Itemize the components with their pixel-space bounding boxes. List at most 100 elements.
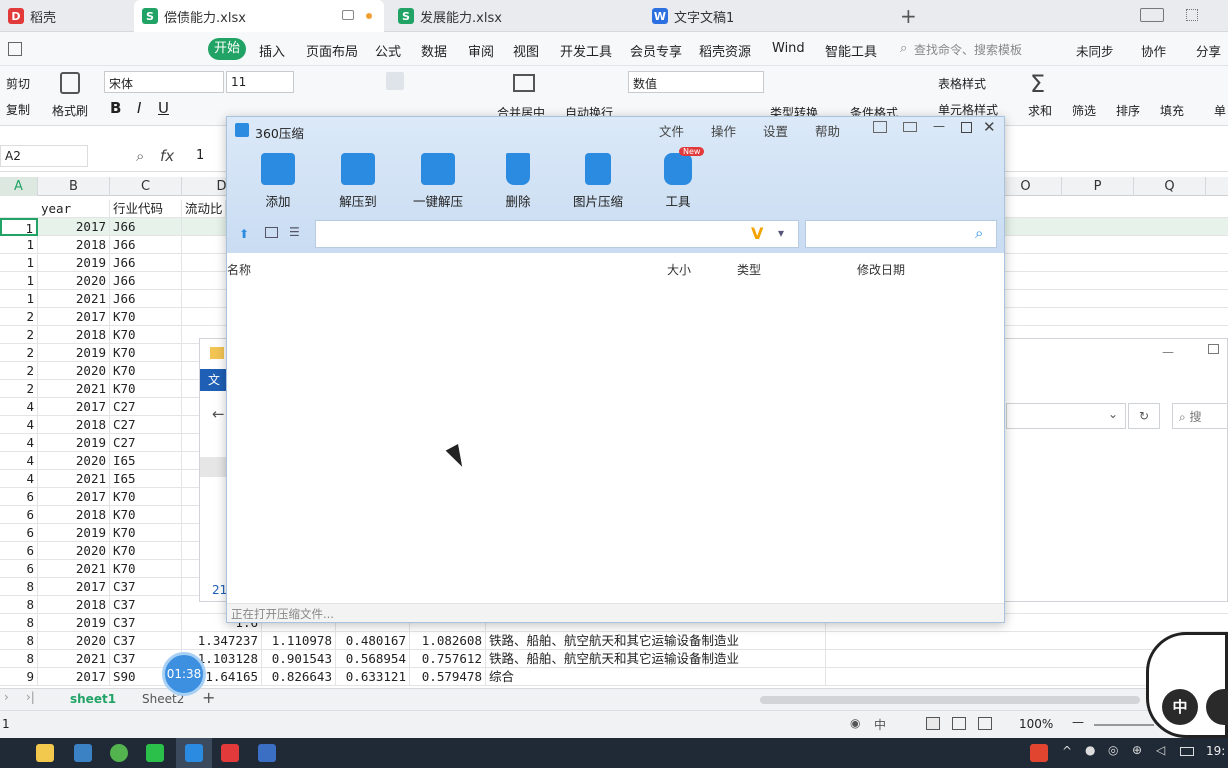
underline-button[interactable]: U [158,99,169,117]
zip-tools-button[interactable]: 工具 [643,153,713,210]
table-cell[interactable]: 6 [0,488,38,506]
table-cell[interactable]: 2 [0,362,38,380]
number-format-select[interactable]: 数值 [628,71,764,93]
share-button[interactable]: 分享 [1196,41,1221,60]
table-cell[interactable]: 铁路、船舶、航空航天和其它运输设备制造业 [486,650,826,668]
table-cell[interactable]: K70 [110,380,182,398]
menu-page-layout[interactable]: 页面布局 [306,41,358,60]
table-cell[interactable]: 2017 [38,308,110,326]
input-mode-icon[interactable]: 中 [874,716,886,733]
table-cell[interactable]: 9 [0,668,38,686]
menu-data[interactable]: 数据 [421,41,447,60]
table-cell[interactable]: K70 [110,488,182,506]
table-style-button[interactable]: 表格样式 [938,75,986,92]
close-icon[interactable]: ✕ [983,118,996,136]
table-cell[interactable]: K70 [110,362,182,380]
column-header-b[interactable]: B [38,177,110,196]
zip-search-field[interactable] [805,220,997,248]
command-search[interactable]: 查找命令、搜索模板 [914,41,1022,58]
column-size[interactable]: 大小 [667,261,691,278]
table-cell[interactable]: 4 [0,452,38,470]
save-icon[interactable] [8,42,22,56]
table-cell[interactable]: 2 [0,326,38,344]
table-cell[interactable]: 8 [0,578,38,596]
table-cell[interactable]: 1.110978 [262,632,336,650]
zip-menu-file[interactable]: 文件 [659,121,684,140]
zip-image-compress-button[interactable]: 图片压缩 [563,153,633,210]
window-icon[interactable] [342,10,354,20]
table-cell[interactable]: 2018 [38,506,110,524]
table-cell[interactable]: 2018 [38,236,110,254]
table-cell[interactable]: 8 [0,614,38,632]
cell-header-year[interactable]: year [38,200,110,218]
explorer-search-field[interactable]: ⌕ 搜 [1172,403,1228,429]
thumbnail-view-icon[interactable] [265,227,278,238]
table-cell[interactable]: K70 [110,542,182,560]
cell-header-current-ratio[interactable]: 流动比 [182,200,226,218]
menu-review[interactable]: 审阅 [468,41,494,60]
sogou-tray-icon[interactable] [1030,744,1048,762]
tab-growth-ability[interactable]: S 发展能力.xlsx [390,0,640,32]
table-cell[interactable]: 6 [0,542,38,560]
prev-sheet-icon[interactable]: › [4,690,9,704]
table-cell[interactable]: C37 [110,614,182,632]
table-cell[interactable]: 2020 [38,542,110,560]
table-cell[interactable]: 2017 [38,398,110,416]
table-cell[interactable]: K70 [110,560,182,578]
wps-taskbar-icon[interactable] [221,744,239,762]
column-header-p[interactable]: P [1062,177,1134,196]
filter-button[interactable]: 筛选 [1072,102,1096,119]
table-cell[interactable]: 8 [0,632,38,650]
font-size-select[interactable]: 11 [226,71,294,93]
bold-button[interactable]: B [110,99,121,117]
tab-daoke[interactable]: D 稻壳 [0,0,132,32]
table-cell[interactable]: 2018 [38,326,110,344]
table-cell[interactable]: 2017 [38,488,110,506]
column-name[interactable]: 名称 [227,261,251,278]
table-cell[interactable]: 1 [0,290,38,308]
table-cell[interactable]: C27 [110,416,182,434]
table-cell[interactable]: J66 [110,254,182,272]
table-cell[interactable]: 2017 [38,668,110,686]
tab-text-doc[interactable]: W 文字文稿1 [644,0,888,32]
zip-menu-help[interactable]: 帮助 [815,121,840,140]
table-cell[interactable]: 0.757612 [410,650,486,668]
table-cell[interactable]: 4 [0,416,38,434]
ime-chinese-button[interactable]: 中 [1162,689,1198,725]
menu-view[interactable]: 视图 [513,41,539,60]
zoom-slider[interactable] [1094,724,1154,726]
table-cell[interactable]: 2019 [38,614,110,632]
table-cell[interactable]: 2020 [38,362,110,380]
page-view-icon[interactable] [952,717,966,730]
normal-view-icon[interactable] [926,717,940,730]
italic-button[interactable]: I [137,99,141,117]
table-cell[interactable]: 1 [0,272,38,290]
column-header-a[interactable]: A [0,177,38,196]
table-cell[interactable]: I65 [110,470,182,488]
menu-daoke-resources[interactable]: 稻壳资源 [699,41,751,60]
table-cell[interactable]: 0.826643 [262,668,336,686]
table-cell[interactable]: J66 [110,290,182,308]
menu-formula[interactable]: 公式 [375,41,401,60]
align-center-icon[interactable] [386,72,404,90]
table-cell[interactable]: C37 [110,632,182,650]
calculator-taskbar-icon[interactable] [258,744,276,762]
skin-icon[interactable] [873,121,887,133]
zip-taskbar-icon[interactable] [185,744,203,762]
table-cell[interactable]: 2020 [38,272,110,290]
table-cell[interactable]: 6 [0,560,38,578]
zip-delete-button[interactable]: 删除 [483,153,553,210]
table-cell[interactable]: I65 [110,452,182,470]
table-cell[interactable]: 8 [0,596,38,614]
column-modified[interactable]: 修改日期 [857,261,905,278]
zip-path-field[interactable] [315,220,799,248]
column-type[interactable]: 类型 [737,261,761,278]
table-cell[interactable]: 2021 [38,650,110,668]
menu-wind[interactable]: Wind [772,41,805,56]
battery-icon[interactable] [1180,747,1194,756]
table-cell[interactable]: 2017 [38,578,110,596]
clock-text[interactable]: 19: [1206,744,1225,758]
network-icon[interactable]: ⊕ [1132,743,1142,757]
table-cell[interactable]: 1.082608 [410,632,486,650]
back-arrow-icon[interactable]: ← [212,405,225,423]
